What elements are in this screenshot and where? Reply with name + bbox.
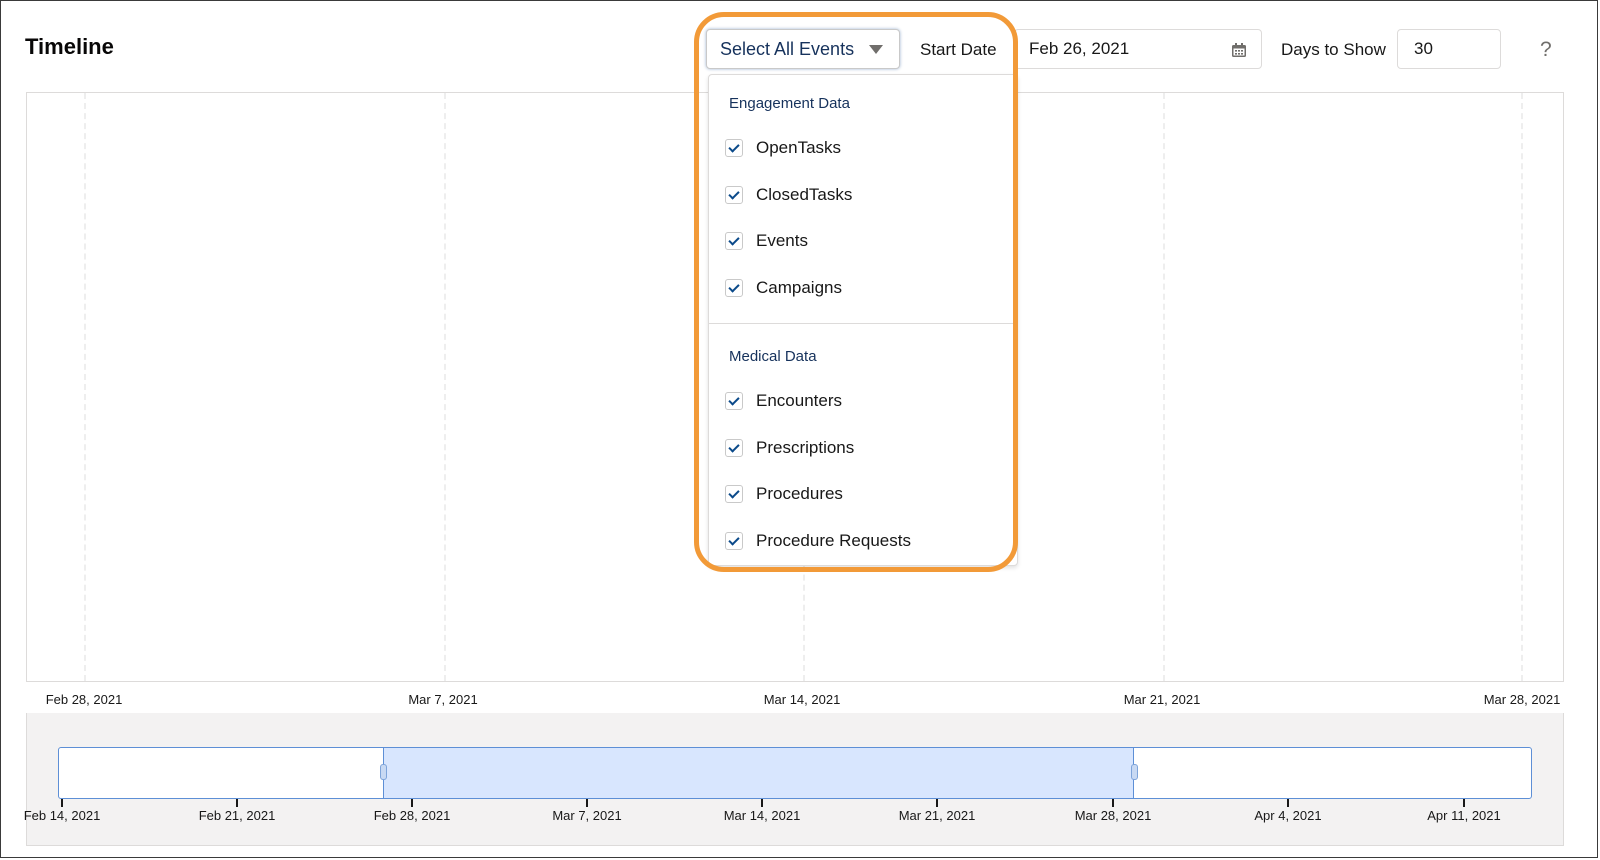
- navigator-tick: [61, 799, 63, 807]
- navigator-right-handle[interactable]: [1131, 764, 1138, 780]
- navigator-axis-label: Mar 7, 2021: [552, 808, 622, 823]
- navigator-axis-label: Mar 28, 2021: [1074, 808, 1152, 823]
- option-label: Procedures: [756, 484, 843, 503]
- navigator-tick: [936, 799, 938, 807]
- checkbox-checked[interactable]: [725, 532, 743, 550]
- checkbox-checked[interactable]: [725, 139, 743, 157]
- group-title-engagement: Engagement Data: [729, 95, 850, 112]
- option-procedure-requests[interactable]: Procedure Requests: [725, 531, 911, 551]
- checkbox-checked[interactable]: [725, 439, 743, 457]
- navigator-selected-range[interactable]: [383, 747, 1134, 799]
- checkbox-checked[interactable]: [725, 485, 743, 503]
- option-procedures[interactable]: Procedures: [725, 484, 843, 504]
- days-to-show-input[interactable]: 30: [1397, 29, 1501, 69]
- navigator-axis-label: Feb 14, 2021: [23, 808, 101, 823]
- navigator-tick: [1463, 799, 1465, 807]
- start-date-label: Start Date: [920, 40, 997, 59]
- option-closed-tasks[interactable]: ClosedTasks: [725, 185, 852, 205]
- days-to-show-label: Days to Show: [1281, 40, 1386, 59]
- navigator-left-handle[interactable]: [380, 764, 387, 780]
- navigator-tick: [1287, 799, 1289, 807]
- navigator-tick: [1112, 799, 1114, 807]
- gridline: [444, 93, 446, 681]
- checkbox-checked[interactable]: [725, 279, 743, 297]
- chevron-down-icon: [869, 45, 883, 54]
- navigator-axis-label: Mar 21, 2021: [898, 808, 976, 823]
- option-label: Procedure Requests: [756, 531, 911, 550]
- navigator-tick: [236, 799, 238, 807]
- option-open-tasks[interactable]: OpenTasks: [725, 138, 841, 158]
- option-prescriptions[interactable]: Prescriptions: [725, 438, 854, 458]
- start-date-value: Feb 26, 2021: [1029, 39, 1130, 58]
- group-title-medical: Medical Data: [729, 348, 817, 365]
- page-title: Timeline: [25, 34, 114, 59]
- events-dropdown-menu: Engagement Data OpenTasks ClosedTasks Ev…: [708, 74, 1018, 566]
- navigator-axis-label: Apr 4, 2021: [1254, 808, 1322, 823]
- navigator-axis-label: Apr 11, 2021: [1427, 808, 1501, 823]
- navigator-axis-label: Feb 21, 2021: [198, 808, 276, 823]
- navigator-tick: [411, 799, 413, 807]
- start-date-input[interactable]: Feb 26, 2021: [1014, 29, 1262, 69]
- checkbox-checked[interactable]: [725, 186, 743, 204]
- timeline-axis-label: Feb 28, 2021: [45, 692, 123, 707]
- gridline: [1521, 93, 1523, 681]
- option-label: Events: [756, 231, 808, 250]
- timeline-axis-label: Mar 28, 2021: [1483, 692, 1561, 707]
- option-label: Campaigns: [756, 278, 842, 297]
- option-label: OpenTasks: [756, 138, 842, 157]
- gridline: [1163, 93, 1165, 681]
- checkbox-checked[interactable]: [725, 392, 743, 410]
- timeline-axis-label: Mar 7, 2021: [408, 692, 478, 707]
- help-icon[interactable]: ?: [1540, 38, 1552, 62]
- option-events[interactable]: Events: [725, 231, 808, 251]
- select-events-label: Select All Events: [720, 38, 855, 59]
- navigator-tick: [586, 799, 588, 807]
- group-divider: [709, 323, 1017, 324]
- option-encounters[interactable]: Encounters: [725, 391, 842, 411]
- timeline-axis-label: Mar 14, 2021: [763, 692, 841, 707]
- option-label: Prescriptions: [756, 438, 855, 457]
- navigator-axis-label: Mar 14, 2021: [723, 808, 801, 823]
- option-label: Encounters: [756, 391, 842, 410]
- option-campaigns[interactable]: Campaigns: [725, 278, 842, 298]
- navigator-tick: [761, 799, 763, 807]
- select-events-button[interactable]: Select All Events: [706, 29, 900, 69]
- checkbox-checked[interactable]: [725, 232, 743, 250]
- option-label: ClosedTasks: [756, 185, 853, 204]
- navigator-axis-label: Feb 28, 2021: [373, 808, 451, 823]
- gridline: [84, 93, 86, 681]
- calendar-icon[interactable]: [1231, 42, 1247, 58]
- timeline-axis-label: Mar 21, 2021: [1123, 692, 1201, 707]
